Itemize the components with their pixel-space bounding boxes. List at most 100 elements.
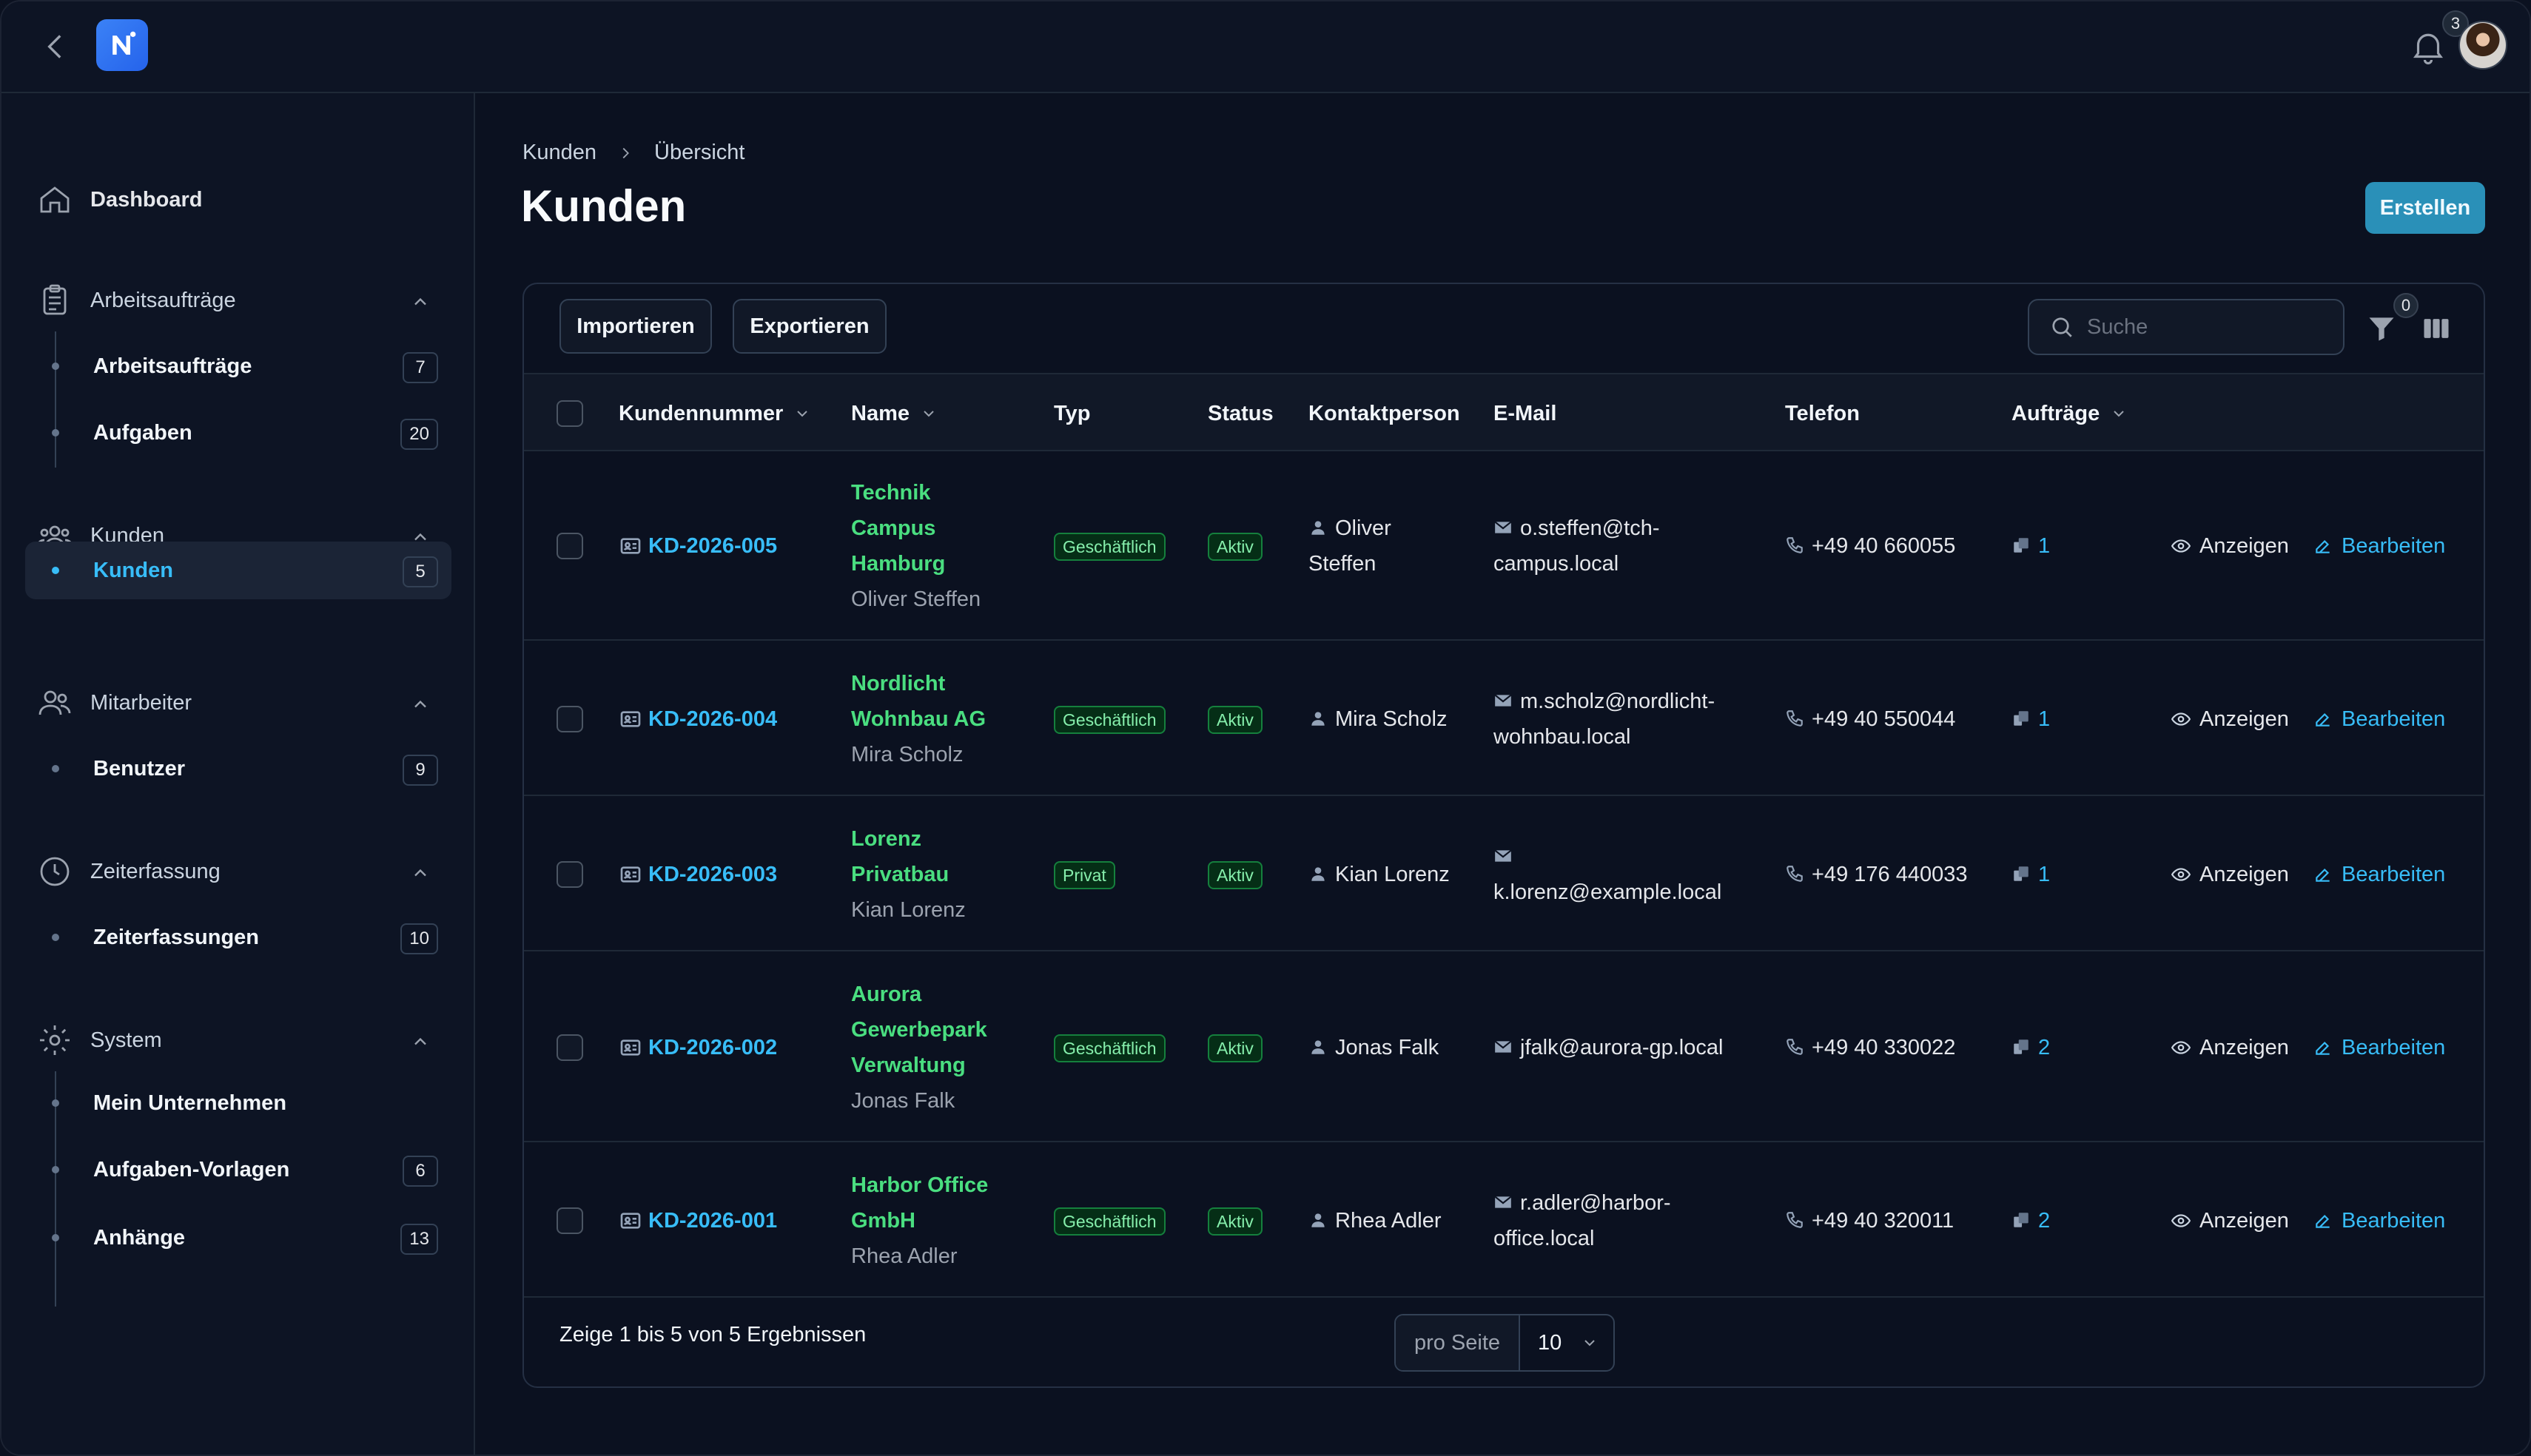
row-checkbox[interactable] <box>557 1207 583 1234</box>
breadcrumb-parent[interactable]: Kunden <box>522 141 596 165</box>
pagination-summary: Zeige 1 bis 5 von 5 Ergebnissen <box>559 1323 867 1347</box>
view-action[interactable]: Anzeigen <box>2171 1203 2289 1238</box>
orders-icon <box>2014 711 2029 726</box>
back-arrow-icon[interactable] <box>37 28 74 65</box>
orders-cell[interactable]: 2 <box>2011 1203 2050 1238</box>
table-row[interactable]: KD-2026-001 Harbor Office GmbH Rhea Adler… <box>524 1144 2484 1298</box>
customer-name-line[interactable]: Campus <box>851 510 981 546</box>
customer-name-line[interactable]: Verwaltung <box>851 1048 987 1083</box>
view-action[interactable]: Anzeigen <box>2171 528 2289 564</box>
column-header-name[interactable]: Name <box>851 374 938 453</box>
customer-name-line[interactable]: Lorenz <box>851 821 966 857</box>
sidebar-item-zeiterfassungen[interactable]: Zeiterfassungen 10 <box>25 909 451 966</box>
table-row[interactable]: KD-2026-002 Aurora Gewerbepark Verwaltung … <box>524 953 2484 1142</box>
edit-action[interactable]: Bearbeiten <box>2313 1203 2445 1238</box>
edit-label: Bearbeiten <box>2342 863 2446 886</box>
sidebar-group-arbeitsauftraege[interactable]: Arbeitsaufträge <box>25 269 451 331</box>
type-badge: Geschäftlich <box>1054 1207 1166 1236</box>
row-checkbox[interactable] <box>557 706 583 732</box>
sidebar-item-aufgaben[interactable]: Aufgaben 20 <box>25 404 451 462</box>
email-line: wohnbau.local <box>1493 719 1715 755</box>
customer-name-line[interactable]: Aurora <box>851 977 987 1012</box>
edit-action[interactable]: Bearbeiten <box>2313 1030 2445 1065</box>
sidebar-group-mitarbeiter[interactable]: Mitarbeiter <box>25 672 451 734</box>
customer-number-link[interactable]: KD-2026-004 <box>619 701 777 737</box>
customer-contact-sub: Rhea Adler <box>851 1244 958 1268</box>
import-button[interactable]: Importieren <box>559 299 712 354</box>
row-checkbox[interactable] <box>557 533 583 559</box>
contact-cell: Rhea Adler <box>1308 1203 1442 1238</box>
view-action[interactable]: Anzeigen <box>2171 701 2289 737</box>
customer-number-link[interactable]: KD-2026-002 <box>619 1030 777 1065</box>
customer-name-line[interactable]: GmbH <box>851 1203 988 1238</box>
app-logo[interactable] <box>96 19 148 71</box>
orders-cell[interactable]: 1 <box>2011 857 2050 892</box>
customer-contact-sub: Kian Lorenz <box>851 898 966 922</box>
notification-bell-icon[interactable] <box>2408 27 2448 67</box>
per-page-select[interactable]: pro Seite 10 <box>1394 1314 1615 1372</box>
column-header-auftraege[interactable]: Aufträge <box>2011 374 2128 453</box>
bullet-dot <box>52 1166 59 1173</box>
customer-number-link[interactable]: KD-2026-005 <box>619 528 777 564</box>
sidebar-item-anhaenge[interactable]: Anhänge 13 <box>25 1209 451 1267</box>
user-avatar[interactable] <box>2458 21 2507 70</box>
row-checkbox[interactable] <box>557 861 583 888</box>
chevron-up-icon <box>414 297 426 306</box>
sidebar-item-dashboard[interactable]: Dashboard <box>25 169 451 231</box>
customer-name-line[interactable]: Wohnbau AG <box>851 701 986 737</box>
sidebar-item-benutzer[interactable]: Benutzer 9 <box>25 740 451 798</box>
columns-icon[interactable] <box>2420 312 2453 345</box>
bullet-dot <box>52 363 59 370</box>
customer-name-line[interactable]: Gewerbepark <box>851 1012 987 1048</box>
sidebar-group-label: Arbeitsaufträge <box>90 288 236 312</box>
sidebar-group-zeiterfassung[interactable]: Zeiterfassung <box>25 840 451 903</box>
edit-action[interactable]: Bearbeiten <box>2313 701 2445 737</box>
phone-text: +49 40 550044 <box>1812 707 1956 731</box>
per-page-value[interactable]: 10 <box>1520 1331 1613 1355</box>
sidebar-item-label: Dashboard <box>90 187 203 212</box>
sidebar-item-arbeitsauftraege[interactable]: Arbeitsaufträge 7 <box>25 337 451 395</box>
orders-cell[interactable]: 1 <box>2011 701 2050 737</box>
create-button[interactable]: Erstellen <box>2365 182 2485 234</box>
row-checkbox[interactable] <box>557 1034 583 1061</box>
type-badge: Geschäftlich <box>1054 533 1166 561</box>
select-all-checkbox[interactable] <box>557 400 583 427</box>
table-row[interactable]: KD-2026-005 Technik Campus Hamburg Oliver … <box>524 451 2484 641</box>
bullet-dot <box>52 1234 59 1241</box>
edit-action[interactable]: Bearbeiten <box>2313 528 2445 564</box>
table-row[interactable]: KD-2026-003 Lorenz Privatbau Kian Lorenz … <box>524 798 2484 951</box>
filter-icon[interactable] <box>2365 312 2398 345</box>
sidebar-item-label: Aufgaben-Vorlagen <box>93 1157 290 1182</box>
customer-name-line[interactable]: Nordlicht <box>851 666 986 701</box>
sidebar-item-kunden[interactable]: Kunden 5 <box>25 542 451 599</box>
email-text: office.local <box>1493 1227 1595 1250</box>
view-action[interactable]: Anzeigen <box>2171 1030 2289 1065</box>
breadcrumb: Kunden Übersicht <box>522 141 745 165</box>
customer-name-line[interactable]: Harbor Office <box>851 1167 988 1203</box>
view-action[interactable]: Anzeigen <box>2171 857 2289 892</box>
count-badge: 9 <box>403 755 438 786</box>
customer-name-line[interactable]: Hamburg <box>851 546 981 582</box>
customer-number-link[interactable]: KD-2026-001 <box>619 1203 777 1238</box>
contact-line: Rhea Adler <box>1308 1203 1442 1238</box>
edit-label: Bearbeiten <box>2342 707 2446 731</box>
mail-icon <box>1494 694 1512 707</box>
customer-name-line[interactable]: Privatbau <box>851 857 966 892</box>
export-button[interactable]: Exportieren <box>733 299 887 354</box>
column-header-kundennummer[interactable]: Kundennummer <box>619 374 811 453</box>
customer-contact-sub: Oliver Steffen <box>851 587 981 611</box>
sidebar-group-system[interactable]: System <box>25 1009 451 1071</box>
edit-action[interactable]: Bearbeiten <box>2313 857 2445 892</box>
customer-name-line[interactable]: Technik <box>851 475 981 510</box>
bullet-dot <box>52 429 59 437</box>
customer-number-link[interactable]: KD-2026-003 <box>619 857 777 892</box>
table-row[interactable]: KD-2026-004 Nordlicht Wohnbau AG Mira Sch… <box>524 642 2484 796</box>
count-badge: 7 <box>403 352 438 383</box>
orders-cell[interactable]: 2 <box>2011 1030 2050 1065</box>
sidebar-item-aufgaben-vorlagen[interactable]: Aufgaben-Vorlagen 6 <box>25 1141 451 1199</box>
sidebar-item-mein-unternehmen[interactable]: Mein Unternehmen <box>25 1074 451 1132</box>
orders-icon <box>2014 1213 2029 1227</box>
breadcrumb-current: Übersicht <box>654 141 745 164</box>
search-input[interactable] <box>2087 314 2324 340</box>
orders-cell[interactable]: 1 <box>2011 528 2050 564</box>
